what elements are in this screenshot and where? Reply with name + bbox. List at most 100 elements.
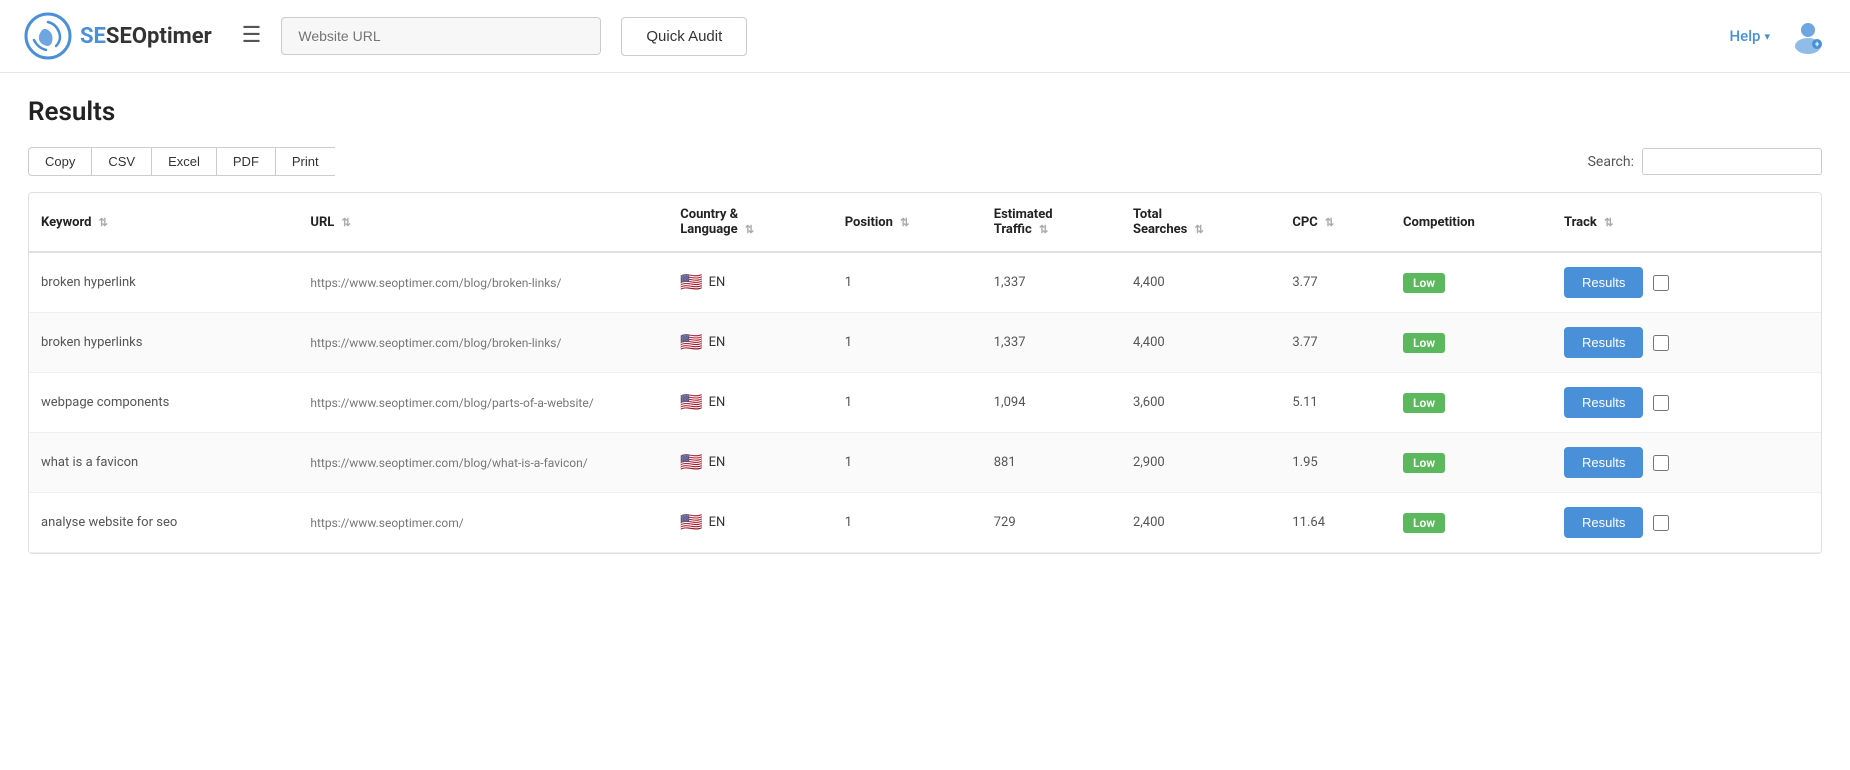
col-country: Country &Language ⇅ [668, 193, 832, 252]
cell-track: Results [1552, 433, 1821, 493]
hamburger-menu[interactable]: ☰ [242, 25, 262, 47]
sort-position-icon[interactable]: ⇅ [900, 216, 909, 229]
table-row: analyse website for seo https://www.seop… [29, 493, 1821, 553]
cell-position: 1 [833, 433, 982, 493]
cell-url: https://www.seoptimer.com/blog/broken-li… [298, 313, 668, 373]
cell-country: 🇺🇸 EN [668, 433, 832, 493]
cell-cpc: 3.77 [1280, 313, 1391, 373]
cell-track: Results [1552, 373, 1821, 433]
col-traffic: EstimatedTraffic ⇅ [982, 193, 1121, 252]
flag-icon: 🇺🇸 [680, 392, 702, 413]
track-checkbox[interactable] [1653, 515, 1669, 531]
copy-button[interactable]: Copy [28, 147, 91, 176]
sort-track-icon[interactable]: ⇅ [1604, 216, 1613, 229]
logo[interactable]: SESEOptimer [24, 12, 212, 60]
cell-keyword: webpage components [29, 373, 298, 433]
lang-label: EN [709, 275, 726, 290]
cell-cpc: 3.77 [1280, 252, 1391, 313]
cell-url: https://www.seoptimer.com/blog/broken-li… [298, 252, 668, 313]
results-table: Keyword ⇅ URL ⇅ Country &Language ⇅ Posi… [29, 193, 1821, 553]
cell-track: Results [1552, 313, 1821, 373]
cell-competition: Low [1391, 433, 1552, 493]
logo-text: SESEOptimer [80, 24, 212, 49]
cell-searches: 3,600 [1121, 373, 1280, 433]
results-button[interactable]: Results [1564, 267, 1643, 298]
sort-keyword-icon[interactable]: ⇅ [99, 216, 108, 229]
sort-traffic-icon[interactable]: ⇅ [1039, 223, 1048, 236]
cell-searches: 4,400 [1121, 313, 1280, 373]
results-button[interactable]: Results [1564, 507, 1643, 538]
col-position: Position ⇅ [833, 193, 982, 252]
competition-badge: Low [1403, 513, 1445, 533]
cell-track: Results [1552, 252, 1821, 313]
csv-button[interactable]: CSV [91, 147, 151, 176]
pdf-button[interactable]: PDF [216, 147, 275, 176]
cell-cpc: 11.64 [1280, 493, 1391, 553]
cell-country: 🇺🇸 EN [668, 493, 832, 553]
sort-searches-icon[interactable]: ⇅ [1195, 223, 1204, 236]
cell-position: 1 [833, 252, 982, 313]
user-avatar[interactable]: + [1790, 18, 1826, 54]
flag-icon: 🇺🇸 [680, 272, 702, 293]
track-checkbox[interactable] [1653, 455, 1669, 471]
excel-button[interactable]: Excel [151, 147, 216, 176]
search-input[interactable] [1642, 148, 1822, 175]
cell-traffic: 1,337 [982, 252, 1121, 313]
user-icon: + [1790, 18, 1826, 54]
col-cpc: CPC ⇅ [1280, 193, 1391, 252]
col-searches: TotalSearches ⇅ [1121, 193, 1280, 252]
competition-badge: Low [1403, 453, 1445, 473]
cell-traffic: 1,094 [982, 373, 1121, 433]
page-title: Results [28, 97, 1822, 127]
cell-competition: Low [1391, 313, 1552, 373]
cell-cpc: 5.11 [1280, 373, 1391, 433]
search-label: Search: [1588, 154, 1634, 170]
cell-position: 1 [833, 493, 982, 553]
col-keyword: Keyword ⇅ [29, 193, 298, 252]
flag-icon: 🇺🇸 [680, 332, 702, 353]
cell-competition: Low [1391, 373, 1552, 433]
cell-searches: 2,400 [1121, 493, 1280, 553]
flag-icon: 🇺🇸 [680, 452, 702, 473]
sort-url-icon[interactable]: ⇅ [342, 216, 351, 229]
header: SESEOptimer ☰ Quick Audit Help ▾ + [0, 0, 1850, 73]
track-checkbox[interactable] [1653, 275, 1669, 291]
print-button[interactable]: Print [275, 147, 335, 176]
track-checkbox[interactable] [1653, 395, 1669, 411]
cell-keyword: analyse website for seo [29, 493, 298, 553]
cell-keyword: what is a favicon [29, 433, 298, 493]
cell-searches: 2,900 [1121, 433, 1280, 493]
cell-keyword: broken hyperlink [29, 252, 298, 313]
table-header-row: Keyword ⇅ URL ⇅ Country &Language ⇅ Posi… [29, 193, 1821, 252]
logo-icon [24, 12, 72, 60]
cell-competition: Low [1391, 252, 1552, 313]
cell-competition: Low [1391, 493, 1552, 553]
lang-label: EN [709, 515, 726, 530]
help-chevron-icon: ▾ [1764, 30, 1770, 43]
cell-country: 🇺🇸 EN [668, 373, 832, 433]
cell-country: 🇺🇸 EN [668, 313, 832, 373]
website-url-input[interactable] [281, 17, 601, 55]
main-content: Results Copy CSV Excel PDF Print Search:… [0, 73, 1850, 578]
cell-keyword: broken hyperlinks [29, 313, 298, 373]
lang-label: EN [709, 335, 726, 350]
results-button[interactable]: Results [1564, 447, 1643, 478]
sort-cpc-icon[interactable]: ⇅ [1325, 216, 1334, 229]
results-button[interactable]: Results [1564, 327, 1643, 358]
cell-traffic: 729 [982, 493, 1121, 553]
results-button[interactable]: Results [1564, 387, 1643, 418]
col-url: URL ⇅ [298, 193, 668, 252]
table-row: broken hyperlinks https://www.seoptimer.… [29, 313, 1821, 373]
cell-traffic: 881 [982, 433, 1121, 493]
table-row: what is a favicon https://www.seoptimer.… [29, 433, 1821, 493]
lang-label: EN [709, 455, 726, 470]
sort-country-icon[interactable]: ⇅ [745, 223, 754, 236]
quick-audit-button[interactable]: Quick Audit [621, 17, 747, 56]
help-button[interactable]: Help ▾ [1730, 27, 1770, 45]
table-row: webpage components https://www.seoptimer… [29, 373, 1821, 433]
help-label: Help [1730, 27, 1761, 45]
flag-icon: 🇺🇸 [680, 512, 702, 533]
results-table-wrapper: Keyword ⇅ URL ⇅ Country &Language ⇅ Posi… [28, 192, 1822, 554]
cell-position: 1 [833, 373, 982, 433]
track-checkbox[interactable] [1653, 335, 1669, 351]
